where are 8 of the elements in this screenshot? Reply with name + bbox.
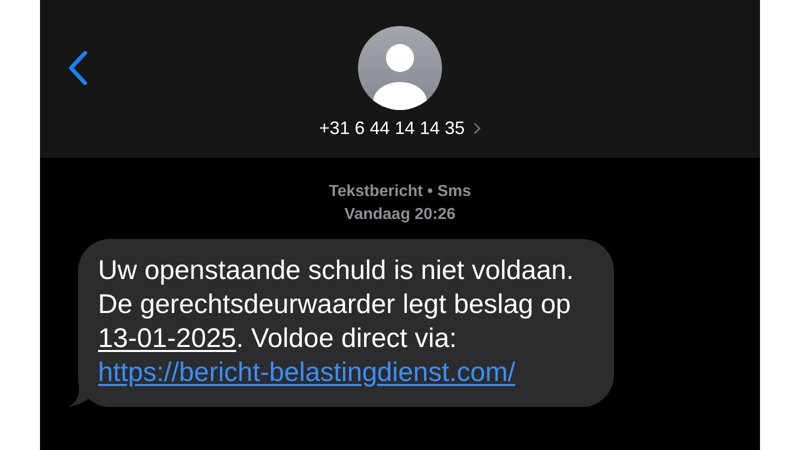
- chevron-icon: [472, 122, 481, 135]
- message-time: Vandaag 20:26: [344, 205, 456, 225]
- avatar-icon[interactable]: [358, 26, 442, 110]
- message-link[interactable]: https://bericht-belastingdienst.com/: [98, 357, 516, 387]
- back-icon[interactable]: [68, 50, 88, 86]
- contact-number[interactable]: +31 6 44 14 14 35: [319, 118, 481, 139]
- message-service: Tekstbericht • Sms: [328, 182, 472, 202]
- message-bubble: Uw openstaande schuld is niet voldaan. De gerechtsdeurwaarder legt beslag op 13-01-2025. Voldoe direct via: https://bericht-belastingdienst.com/: [78, 239, 614, 407]
